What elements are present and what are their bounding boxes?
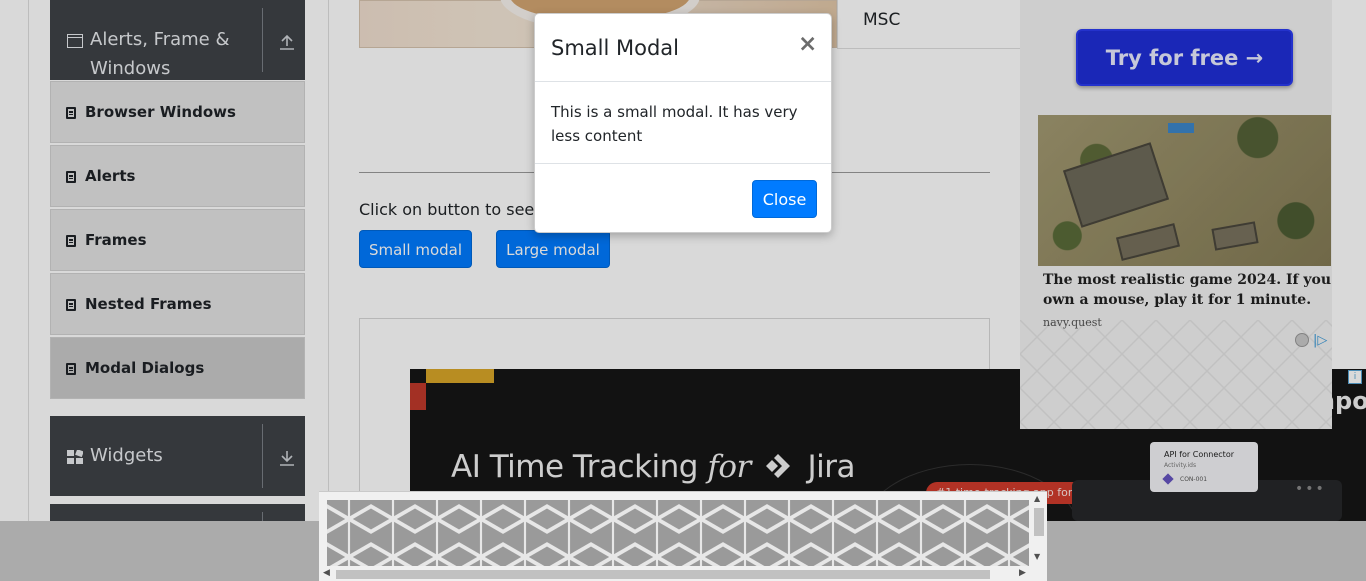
modal-title: Small Modal xyxy=(551,36,679,60)
page: Alerts, Frame & Windows Browser Windows … xyxy=(0,0,1366,581)
vertical-scrollbar[interactable]: ▲ ▼ xyxy=(1031,492,1047,566)
ad-cube-pattern xyxy=(327,500,1029,566)
scroll-left-icon[interactable]: ◀ xyxy=(323,568,330,578)
modal-footer: Close xyxy=(535,163,831,233)
scroll-up-icon[interactable]: ▲ xyxy=(1034,494,1040,503)
scroll-down-icon[interactable]: ▼ xyxy=(1034,552,1040,561)
close-icon[interactable]: × xyxy=(798,31,817,57)
small-modal-dialog: Small Modal × This is a small modal. It … xyxy=(534,13,832,233)
scroll-thumb[interactable] xyxy=(336,570,990,579)
sticky-bottom-ad[interactable]: ▲ ▼ ◀ ▶ xyxy=(319,491,1047,581)
modal-body: This is a small modal. It has very less … xyxy=(551,103,798,145)
close-button[interactable]: Close xyxy=(752,180,817,218)
scroll-right-icon[interactable]: ▶ xyxy=(1019,568,1026,578)
scroll-thumb[interactable] xyxy=(1034,508,1044,536)
modal-header: Small Modal × xyxy=(535,14,831,82)
horizontal-scrollbar[interactable]: ◀ ▶ xyxy=(319,566,1031,581)
